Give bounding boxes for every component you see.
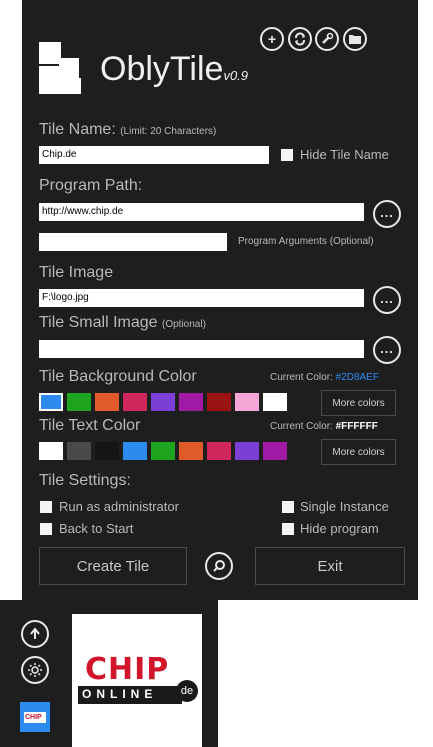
bg-color-label: Tile Background Color bbox=[39, 368, 197, 385]
tile-name-limit-note: (Limit: 20 Characters) bbox=[120, 126, 217, 137]
bg-current-color-value: #2D8AEF bbox=[335, 372, 379, 383]
sun-icon[interactable] bbox=[21, 656, 49, 684]
browse-tile-image-icon[interactable]: ... bbox=[373, 286, 401, 314]
text-color-swatch[interactable] bbox=[95, 442, 119, 460]
tile-settings-label: Tile Settings: bbox=[39, 472, 131, 489]
app-title-text: OblyTile bbox=[100, 50, 224, 88]
hide-tile-name-checkbox[interactable] bbox=[281, 149, 293, 161]
program-arguments-label: Program Arguments (Optional) bbox=[238, 236, 374, 247]
text-color-swatch[interactable] bbox=[179, 442, 203, 460]
hide-program-label: Hide program bbox=[300, 521, 379, 536]
arrow-up-icon[interactable] bbox=[21, 620, 49, 648]
plus-icon[interactable]: + bbox=[260, 27, 284, 51]
bg-color-swatch[interactable] bbox=[207, 393, 231, 411]
folder-icon[interactable] bbox=[343, 27, 367, 51]
create-tile-button[interactable]: Create Tile bbox=[39, 547, 187, 585]
text-current-color-label: Current Color: bbox=[270, 421, 333, 432]
chip-logo-text: CHIP bbox=[85, 652, 170, 687]
run-as-admin-label: Run as administrator bbox=[59, 499, 179, 514]
back-to-start-checkbox[interactable] bbox=[40, 523, 52, 535]
bg-current-color-label: Current Color: bbox=[270, 372, 333, 383]
browse-tile-small-image-icon[interactable]: ... bbox=[373, 336, 401, 364]
text-color-swatch[interactable] bbox=[235, 442, 259, 460]
bg-color-swatch[interactable] bbox=[39, 393, 63, 411]
program-path-input[interactable]: http://www.chip.de bbox=[39, 203, 364, 221]
chip-logo-badge: de bbox=[176, 680, 198, 702]
text-more-colors-button[interactable]: More colors bbox=[321, 439, 396, 465]
large-tile-preview[interactable]: CHIP ONLINE de bbox=[72, 614, 202, 747]
tile-small-image-optional-note: (Optional) bbox=[162, 319, 206, 330]
run-as-admin-checkbox[interactable] bbox=[40, 501, 52, 513]
bg-color-swatch[interactable] bbox=[67, 393, 91, 411]
search-icon[interactable] bbox=[205, 552, 233, 580]
tile-name-label: Tile Name: (Limit: 20 Characters) bbox=[39, 121, 216, 139]
text-current-color: Current Color: #FFFFFF bbox=[270, 421, 378, 432]
exit-button[interactable]: Exit bbox=[255, 547, 405, 585]
small-tile-preview[interactable]: CHIP bbox=[20, 702, 50, 732]
bg-color-swatch[interactable] bbox=[95, 393, 119, 411]
app-version: v0.9 bbox=[223, 68, 249, 83]
hide-tile-name-label: Hide Tile Name bbox=[300, 147, 389, 162]
chip-logo-sub: ONLINE bbox=[82, 687, 158, 701]
bg-color-swatch[interactable] bbox=[151, 393, 175, 411]
app-title: OblyTilev0.9 bbox=[100, 50, 248, 89]
preview-panel: CHIP CHIP ONLINE de bbox=[0, 600, 218, 747]
text-color-swatch[interactable] bbox=[67, 442, 91, 460]
program-arguments-input[interactable] bbox=[39, 233, 227, 251]
hide-program-checkbox[interactable] bbox=[282, 523, 294, 535]
tile-name-label-text: Tile Name: bbox=[39, 121, 116, 138]
single-instance-checkbox[interactable] bbox=[282, 501, 294, 513]
program-path-label: Program Path: bbox=[39, 177, 143, 194]
back-to-start-label: Back to Start bbox=[59, 521, 134, 536]
text-color-swatch[interactable] bbox=[39, 442, 63, 460]
text-color-swatch[interactable] bbox=[151, 442, 175, 460]
browse-program-path-icon[interactable]: ... bbox=[373, 200, 401, 228]
tile-name-input[interactable]: Chip.de bbox=[39, 146, 269, 164]
tile-image-input[interactable]: F:\logo.jpg bbox=[39, 289, 364, 307]
text-color-swatch[interactable] bbox=[123, 442, 147, 460]
bg-color-swatch[interactable] bbox=[235, 393, 259, 411]
tile-small-image-label-text: Tile Small Image bbox=[39, 314, 158, 331]
wrench-icon[interactable] bbox=[315, 27, 339, 51]
bg-color-swatch[interactable] bbox=[123, 393, 147, 411]
bg-color-swatch[interactable] bbox=[179, 393, 203, 411]
bg-more-colors-button[interactable]: More colors bbox=[321, 390, 396, 416]
bg-color-swatch[interactable] bbox=[263, 393, 287, 411]
tile-small-image-label: Tile Small Image (Optional) bbox=[39, 314, 206, 332]
text-current-color-value: #FFFFFF bbox=[335, 421, 378, 432]
tile-image-label: Tile Image bbox=[39, 264, 114, 281]
text-color-label: Tile Text Color bbox=[39, 417, 141, 434]
refresh-icon[interactable] bbox=[288, 27, 312, 51]
main-panel: + OblyTilev0.9 Tile Name: (Limit: 20 Cha… bbox=[22, 0, 418, 600]
bg-current-color: Current Color: #2D8AEF bbox=[270, 372, 379, 383]
single-instance-label: Single Instance bbox=[300, 499, 389, 514]
small-tile-logo-text: CHIP bbox=[25, 714, 42, 721]
tile-small-image-input[interactable] bbox=[39, 340, 364, 358]
text-color-swatch[interactable] bbox=[263, 442, 287, 460]
text-color-swatch[interactable] bbox=[207, 442, 231, 460]
app-logo-icon bbox=[39, 42, 91, 94]
